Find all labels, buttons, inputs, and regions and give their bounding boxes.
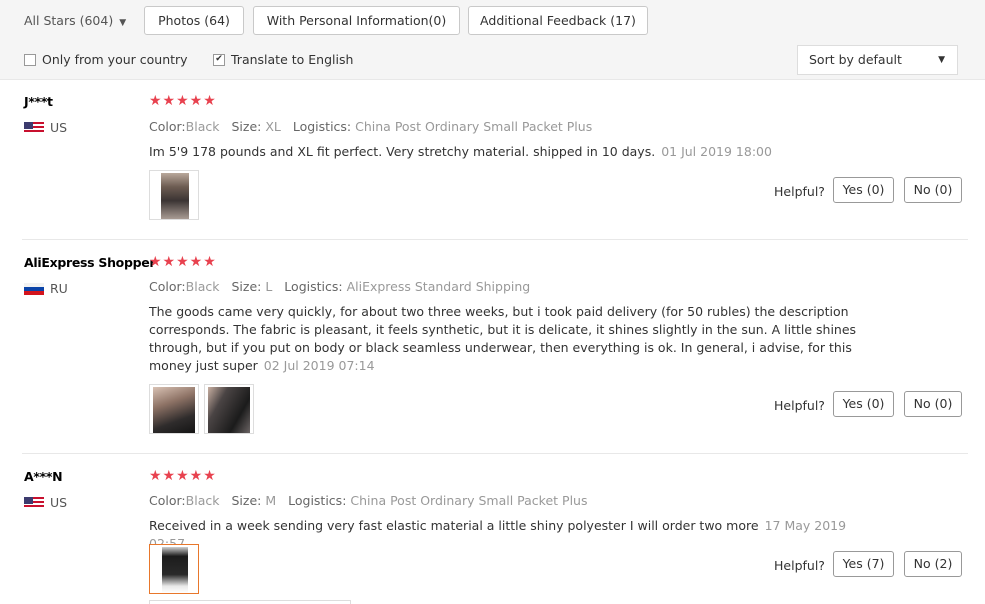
helpful-label: Helpful? bbox=[774, 558, 825, 573]
review-photo-thumbnail[interactable] bbox=[204, 384, 254, 434]
translate-checkbox[interactable]: ✔ bbox=[213, 53, 225, 66]
sort-dropdown[interactable]: Sort by default ▼ bbox=[797, 45, 958, 75]
only-country-option[interactable]: Only from your country bbox=[24, 52, 188, 67]
review-date: 01 Jul 2019 18:00 bbox=[661, 144, 772, 159]
size-key: Size: bbox=[231, 493, 262, 508]
order-info: Color:Black Size: L Logistics: AliExpress … bbox=[149, 279, 530, 294]
rating-stars: ★★★★★ bbox=[149, 254, 217, 270]
logistics-value: China Post Ordinary Small Packet Plus bbox=[355, 119, 593, 134]
helpful-no-button[interactable]: No (2) bbox=[904, 551, 962, 577]
sort-label: Sort by default bbox=[809, 52, 902, 67]
size-key: Size: bbox=[231, 279, 262, 294]
review-photo-thumbnail[interactable] bbox=[149, 384, 199, 434]
color-key: Color: bbox=[149, 119, 186, 134]
color-key: Color: bbox=[149, 493, 186, 508]
reviewer-country: RU bbox=[24, 281, 68, 296]
country-code: RU bbox=[50, 281, 68, 296]
color-value: Black bbox=[185, 279, 220, 294]
review-photo bbox=[208, 387, 250, 433]
ru-flag-icon bbox=[24, 282, 44, 295]
rating-stars: ★★★★★ bbox=[149, 468, 217, 484]
size-value: M bbox=[265, 493, 277, 508]
helpful-label: Helpful? bbox=[774, 398, 825, 413]
size-key: Size: bbox=[231, 119, 262, 134]
helpful-no-button[interactable]: No (0) bbox=[904, 391, 962, 417]
country-code: US bbox=[50, 495, 68, 510]
rating-stars: ★★★★★ bbox=[149, 93, 217, 109]
reviewer-name: J***t bbox=[24, 94, 53, 109]
reviewer-country: US bbox=[24, 120, 67, 135]
photo-preview-panel bbox=[149, 600, 351, 604]
logistics-key: Logistics: bbox=[284, 279, 343, 294]
translate-option[interactable]: ✔ Translate to English bbox=[213, 52, 353, 67]
review-date: 02 Jul 2019 07:14 bbox=[263, 358, 375, 373]
additional-feedback-filter-button[interactable]: Additional Feedback (17) bbox=[468, 6, 648, 35]
personal-info-filter-button[interactable]: With Personal Information(0) bbox=[253, 6, 460, 35]
photos-filter-button[interactable]: Photos (64) bbox=[144, 6, 244, 35]
chevron-down-icon: ▼ bbox=[119, 18, 127, 28]
logistics-key: Logistics: bbox=[288, 493, 347, 508]
size-value: XL bbox=[265, 119, 281, 134]
helpful-yes-button[interactable]: Yes (7) bbox=[833, 551, 894, 577]
helpful-no-button[interactable]: No (0) bbox=[904, 177, 962, 203]
review-text: Im 5'9 178 pounds and XL fit perfect. Ve… bbox=[149, 144, 656, 159]
color-value: Black bbox=[185, 119, 220, 134]
reviewer-country: US bbox=[24, 495, 67, 510]
only-country-checkbox[interactable] bbox=[24, 53, 36, 66]
helpful-yes-button[interactable]: Yes (0) bbox=[833, 177, 894, 203]
review-text: Received in a week sending very fast ela… bbox=[149, 518, 759, 533]
us-flag-icon bbox=[24, 121, 44, 134]
size-value: L bbox=[265, 279, 273, 294]
logistics-value: China Post Ordinary Small Packet Plus bbox=[350, 493, 588, 508]
reviewer-name: AliExpress Shopper bbox=[24, 255, 156, 270]
helpful-label: Helpful? bbox=[774, 184, 825, 199]
color-key: Color: bbox=[149, 279, 186, 294]
order-info: Color:Black Size: M Logistics: China Post … bbox=[149, 493, 587, 508]
helpful-yes-button[interactable]: Yes (0) bbox=[833, 391, 894, 417]
chevron-down-icon: ▼ bbox=[938, 55, 945, 65]
country-code: US bbox=[50, 120, 68, 135]
review-item: AliExpress Shopper RU ★★★★★ Color:Black S… bbox=[0, 240, 985, 454]
translate-label: Translate to English bbox=[231, 52, 354, 67]
review-photo bbox=[162, 547, 188, 593]
order-info: Color:Black Size: XL Logistics: China Post… bbox=[149, 119, 592, 134]
color-value: Black bbox=[185, 493, 220, 508]
review-photo bbox=[161, 173, 189, 219]
review-photo-thumbnail[interactable] bbox=[149, 170, 199, 220]
review-photo bbox=[153, 387, 195, 433]
review-text-block: The goods came very quickly, for about t… bbox=[149, 303, 879, 375]
filter-bar: All Stars (604) ▼ Photos (64) With Person… bbox=[0, 0, 985, 80]
star-filter-dropdown[interactable]: All Stars (604) ▼ bbox=[24, 13, 126, 28]
review-text-block: Im 5'9 178 pounds and XL fit perfect. Ve… bbox=[149, 143, 879, 161]
review-item: A***N US ★★★★★ Color:Black Size: M Logisti… bbox=[0, 454, 985, 604]
review-item: J***t US ★★★★★ Color:Black Size: XL Logist… bbox=[0, 80, 985, 240]
star-filter-label: All Stars (604) bbox=[24, 13, 114, 28]
review-text: The goods came very quickly, for about t… bbox=[149, 304, 857, 373]
logistics-key: Logistics: bbox=[292, 119, 352, 134]
review-text-block: Received in a week sending very fast ela… bbox=[149, 517, 879, 553]
review-photo-thumbnail-selected[interactable] bbox=[149, 544, 199, 594]
logistics-value: AliExpress Standard Shipping bbox=[346, 279, 531, 294]
reviewer-name: A***N bbox=[24, 469, 63, 484]
only-country-label: Only from your country bbox=[42, 52, 188, 67]
us-flag-icon bbox=[24, 496, 44, 509]
